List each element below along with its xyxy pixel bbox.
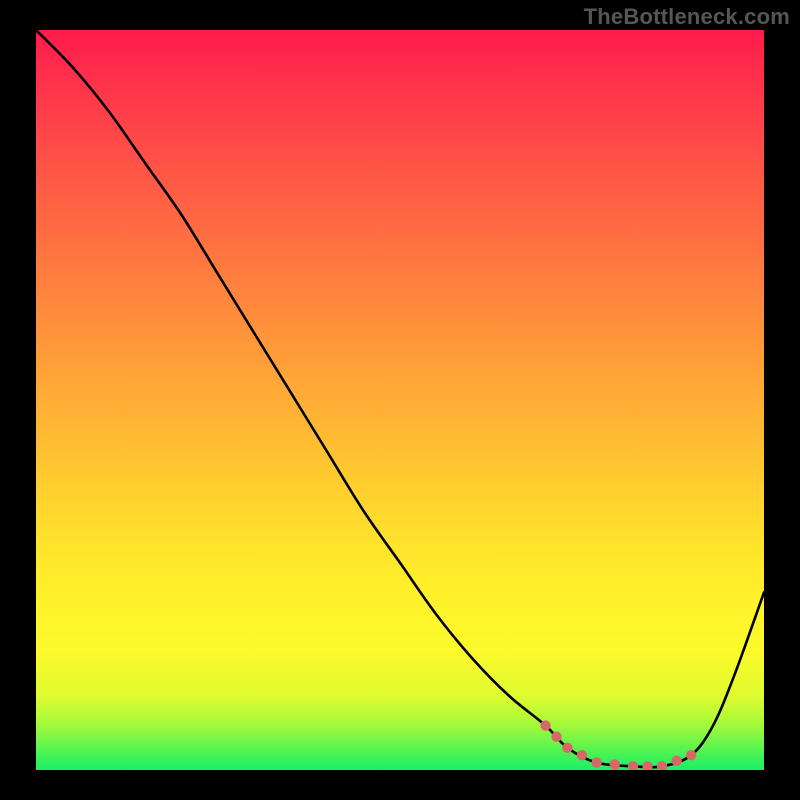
plot-area (36, 30, 764, 770)
watermark-text: TheBottleneck.com (584, 4, 790, 30)
curve-layer (36, 30, 764, 770)
bottleneck-curve (36, 30, 764, 767)
valley-marker-dot (686, 750, 696, 760)
valley-marker-dot (551, 732, 561, 742)
valley-marker-dot (540, 720, 550, 730)
valley-markers (540, 720, 696, 770)
chart-frame: TheBottleneck.com (0, 0, 800, 800)
valley-marker-dot (562, 743, 572, 753)
valley-marker-dot (671, 756, 681, 766)
valley-marker-dot (642, 761, 652, 770)
valley-marker-dot (577, 750, 587, 760)
valley-marker-dot (610, 759, 620, 769)
valley-marker-dot (628, 761, 638, 770)
valley-marker-dot (657, 761, 667, 770)
valley-marker-dot (591, 757, 601, 767)
